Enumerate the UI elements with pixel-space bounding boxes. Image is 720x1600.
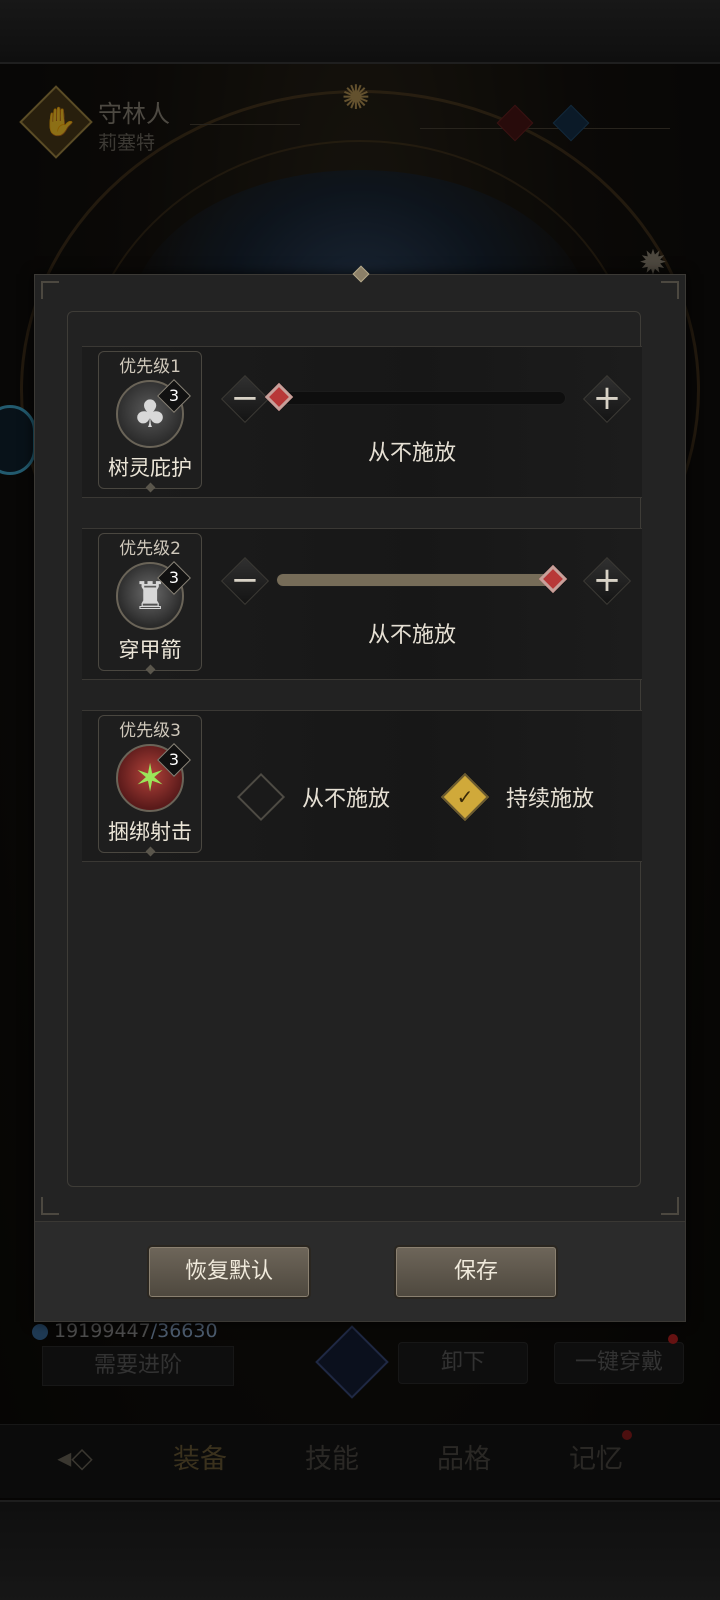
priority-label: 优先级3 bbox=[119, 721, 181, 741]
cast-status: 从不施放 bbox=[367, 441, 456, 466]
save-button[interactable]: 保存 bbox=[394, 1245, 558, 1299]
decrease-button[interactable]: − bbox=[225, 379, 265, 419]
skill-row-2: 优先级2 ♜ 3 穿甲箭 − + 从不施放 bbox=[82, 528, 642, 680]
priority-label: 优先级1 bbox=[119, 357, 181, 377]
cast-frequency-slider[interactable] bbox=[276, 564, 568, 594]
option-always-cast[interactable]: ✓ 持续施放 bbox=[440, 772, 595, 822]
corner-ornament bbox=[661, 281, 679, 299]
skill-card[interactable]: 优先级1 ♣ 3 树灵庇护 bbox=[98, 351, 202, 493]
skill-card[interactable]: 优先级3 ✶ 3 捆绑射击 bbox=[98, 715, 202, 857]
skill-level: 3 bbox=[168, 750, 180, 769]
skill-row-1: 优先级1 ♣ 3 树灵庇护 − + 从不施放 bbox=[82, 346, 642, 498]
corner-ornament bbox=[661, 1197, 679, 1215]
increase-button[interactable]: + bbox=[587, 561, 627, 601]
reset-default-button[interactable]: 恢复默认 bbox=[147, 1245, 311, 1299]
skill-row-3: 优先级3 ✶ 3 捆绑射击 从不施放 ✓ 持续施放 bbox=[82, 710, 642, 862]
skill-level: 3 bbox=[168, 568, 180, 587]
decrease-button[interactable]: − bbox=[225, 561, 265, 601]
slider-knob[interactable] bbox=[264, 382, 294, 412]
corner-ornament bbox=[41, 281, 59, 299]
skill-name: 捆绑射击 bbox=[108, 820, 192, 844]
skill-level: 3 bbox=[168, 386, 180, 405]
radio-box-checked[interactable]: ✓ bbox=[440, 772, 490, 822]
option-label: 从不施放 bbox=[302, 787, 391, 812]
corner-ornament bbox=[41, 1197, 59, 1215]
increase-button[interactable]: + bbox=[587, 379, 627, 419]
cast-status: 从不施放 bbox=[367, 623, 456, 648]
priority-label: 优先级2 bbox=[119, 539, 181, 559]
skill-name: 树灵庇护 bbox=[108, 456, 192, 480]
skill-priority-dialog: 优先级1 ♣ 3 树灵庇护 − + 从不施放 优先级2 ♜ 3 穿甲箭 − + … bbox=[34, 265, 686, 1322]
checkmark-icon: ✓ bbox=[456, 785, 474, 809]
cast-frequency-slider[interactable] bbox=[264, 382, 566, 412]
skill-list: 优先级1 ♣ 3 树灵庇护 − + 从不施放 优先级2 ♜ 3 穿甲箭 − + … bbox=[67, 311, 642, 1187]
frame-dot bbox=[145, 846, 156, 857]
option-never-cast[interactable]: 从不施放 bbox=[236, 772, 391, 822]
skill-name: 穿甲箭 bbox=[118, 638, 182, 662]
frame-dot bbox=[145, 664, 156, 675]
slider-knob[interactable] bbox=[538, 564, 568, 594]
skill-card[interactable]: 优先级2 ♜ 3 穿甲箭 bbox=[98, 533, 202, 675]
slider-fill bbox=[277, 574, 553, 586]
option-label: 持续施放 bbox=[506, 787, 595, 812]
dialog-footer bbox=[35, 1221, 685, 1321]
radio-box[interactable] bbox=[236, 772, 286, 822]
frame-dot bbox=[145, 482, 156, 493]
